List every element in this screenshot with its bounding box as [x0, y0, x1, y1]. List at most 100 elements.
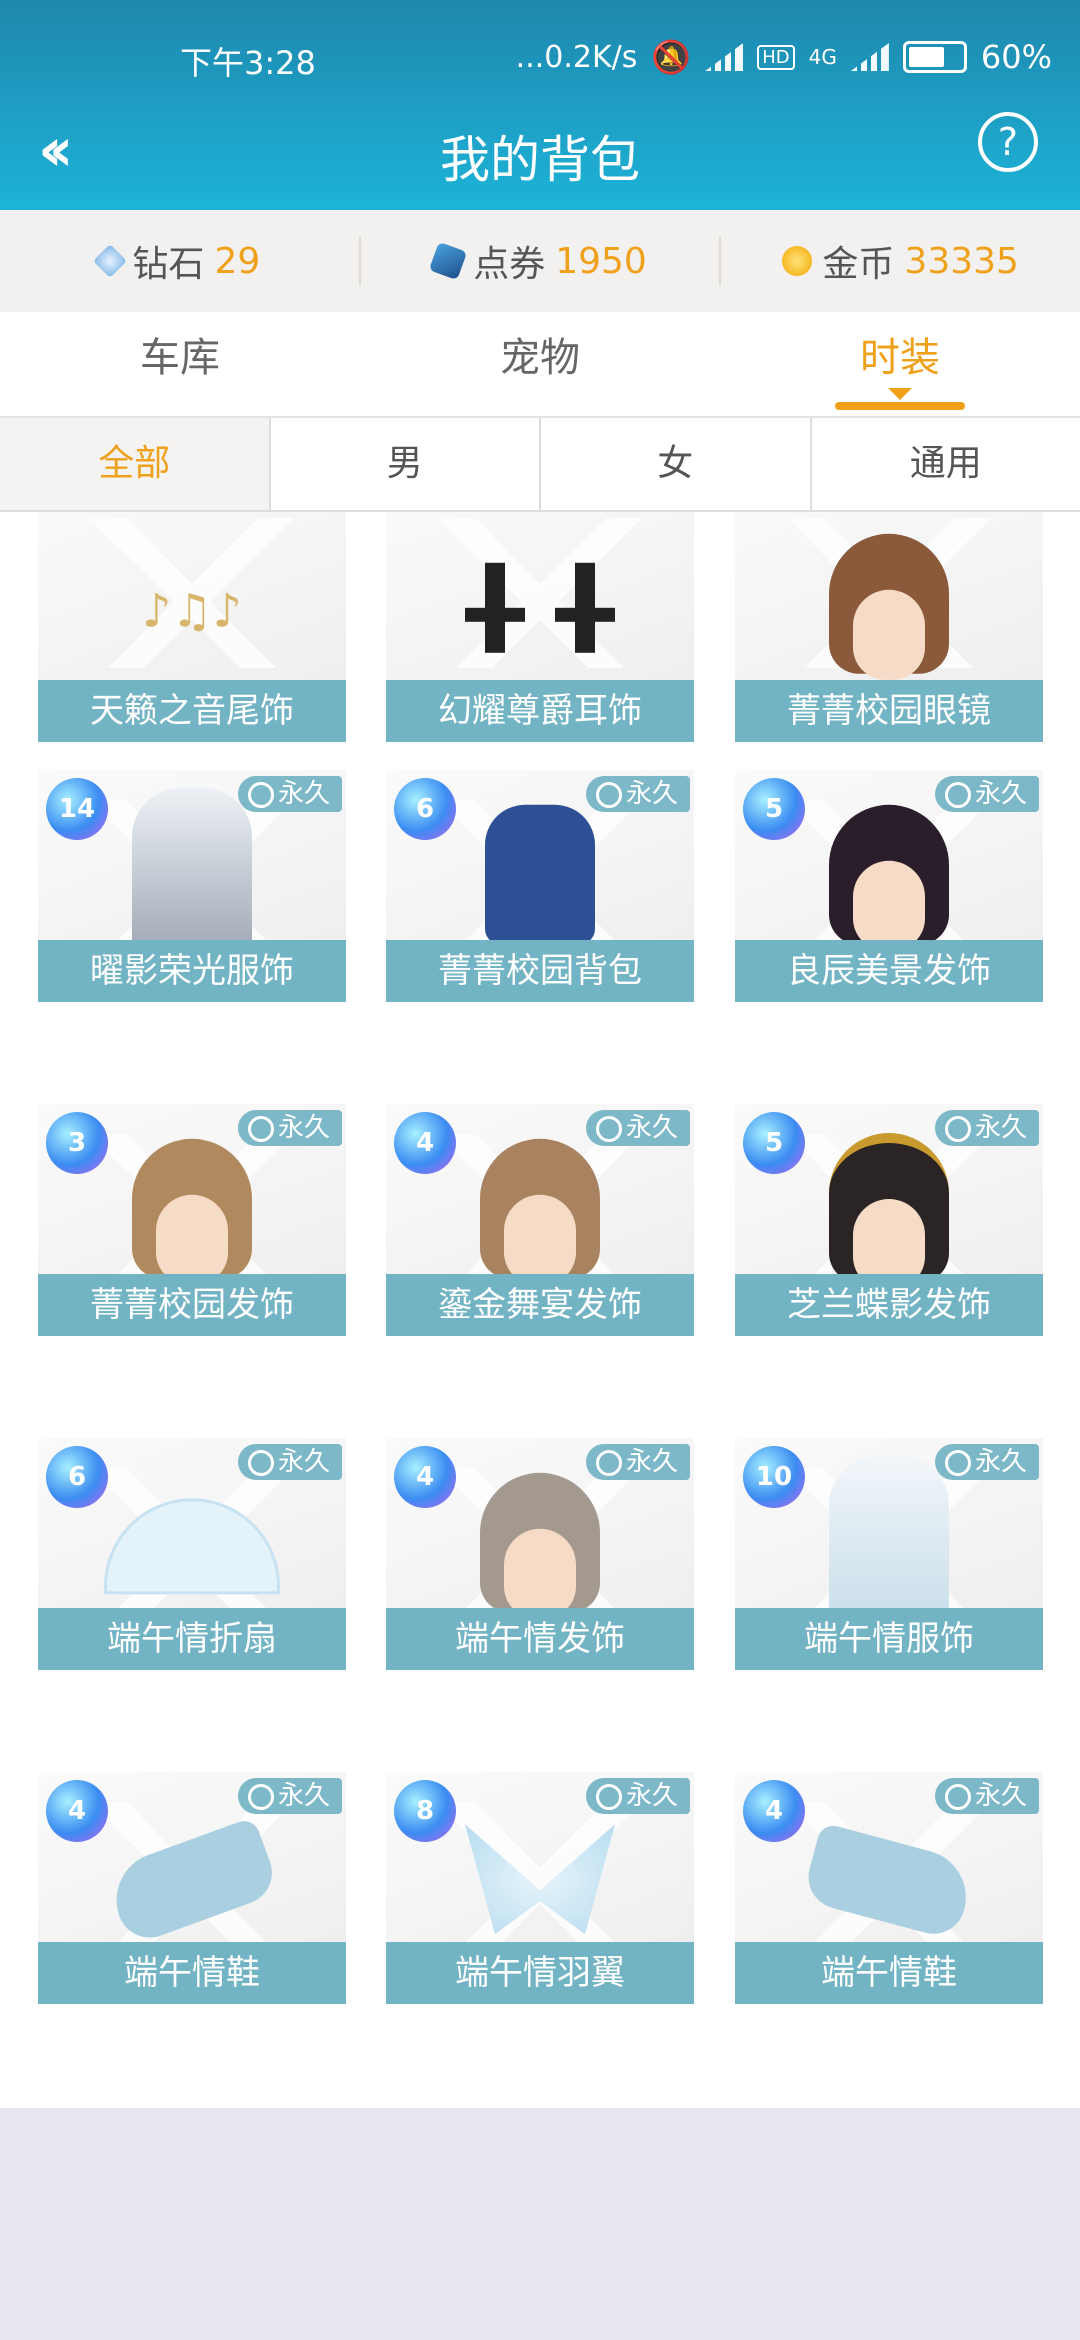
level-badge: 4	[743, 1780, 805, 1842]
diamond-balance: 钻石 29	[0, 236, 359, 286]
item-card[interactable]: 菁菁校园眼镜	[735, 512, 1043, 742]
item-card[interactable]: 5 永久 良辰美景发饰	[735, 770, 1043, 1002]
item-card[interactable]: 4 永久 端午情鞋	[38, 1772, 346, 2004]
diamond-value: 29	[214, 240, 261, 282]
permanent-badge: 永久	[934, 1110, 1039, 1146]
item-card[interactable]: 幻耀尊爵耳饰	[386, 512, 694, 742]
hair-icon	[480, 1138, 600, 1285]
hair-icon	[132, 1138, 252, 1285]
level-badge: 6	[46, 1446, 108, 1508]
diamond-icon	[93, 244, 128, 278]
item-name: 端午情发饰	[386, 1608, 694, 1670]
coin-balance: 金币 33335	[719, 236, 1080, 286]
items-grid: ♪♫♪ 天籁之音尾饰 幻耀尊爵耳饰 菁菁校园眼镜 14 永久 曜影荣光服饰 6 …	[0, 512, 1080, 2108]
glasses-avatar-icon	[829, 533, 949, 680]
battery-icon	[902, 41, 967, 73]
permanent-badge: 永久	[934, 1444, 1039, 1480]
level-badge: 10	[743, 1446, 805, 1508]
status-time: 下午3:28	[180, 44, 316, 82]
status-icons: ...0.2K/s 🔕 HD 4G 60%	[516, 38, 1052, 76]
music-notes-icon: ♪♫♪	[142, 583, 242, 638]
level-badge: 8	[394, 1780, 456, 1842]
item-card[interactable]: 4 永久 鎏金舞宴发饰	[386, 1104, 694, 1336]
hair-icon	[480, 1472, 600, 1619]
page-title: 我的背包	[440, 131, 640, 189]
item-name: 菁菁校园眼镜	[735, 680, 1043, 742]
item-name: 鎏金舞宴发饰	[386, 1274, 694, 1336]
item-card[interactable]: 5 永久 芝兰蝶影发饰	[735, 1104, 1043, 1336]
permanent-badge: 永久	[237, 1444, 342, 1480]
app-header: 下午3:28 ...0.2K/s 🔕 HD 4G 60% ‹‹ 我的背包 ?	[0, 0, 1080, 210]
filter-female[interactable]: 女	[541, 418, 812, 510]
battery-percent: 60%	[980, 38, 1052, 76]
level-badge: 14	[46, 778, 108, 840]
item-name: 天籁之音尾饰	[38, 680, 346, 742]
fan-icon	[104, 1498, 280, 1595]
outfit-icon	[132, 787, 252, 958]
item-card[interactable]: 3 永久 菁菁校园发饰	[38, 1104, 346, 1336]
filter-common[interactable]: 通用	[812, 418, 1080, 510]
filter-all[interactable]: 全部	[0, 418, 271, 510]
permanent-badge: 永久	[585, 1778, 690, 1814]
hd-badge: HD	[757, 44, 795, 70]
permanent-badge: 永久	[237, 1110, 342, 1146]
coin-value: 33335	[904, 240, 1019, 282]
permanent-badge: 永久	[237, 1778, 342, 1814]
item-name: 端午情鞋	[38, 1942, 346, 2004]
item-card[interactable]: 14 永久 曜影荣光服饰	[38, 770, 346, 1002]
item-name: 芝兰蝶影发饰	[735, 1274, 1043, 1336]
category-tabs: 车库 宠物 时装	[0, 312, 1080, 418]
signal-weak-icon	[705, 43, 744, 71]
net-speed: ...0.2K/s	[515, 39, 638, 75]
item-card[interactable]: 4 永久 端午情鞋	[735, 1772, 1043, 2004]
outfit-icon	[829, 1455, 949, 1626]
filter-male[interactable]: 男	[271, 418, 541, 510]
item-name: 端午情服饰	[735, 1608, 1043, 1670]
empty-area	[0, 2108, 1080, 2340]
item-name: 菁菁校园发饰	[38, 1274, 346, 1336]
level-badge: 4	[394, 1112, 456, 1174]
permanent-badge: 永久	[585, 1110, 690, 1146]
level-badge: 4	[46, 1780, 108, 1842]
ticket-icon	[428, 241, 468, 281]
signal-strong-icon	[850, 43, 889, 71]
tab-pets[interactable]: 宠物	[360, 312, 720, 416]
tab-fashion[interactable]: 时装	[720, 312, 1080, 416]
backpack-icon	[485, 804, 595, 945]
item-name: 曜影荣光服饰	[38, 940, 346, 1002]
crown-hair-icon	[829, 1133, 949, 1289]
item-name: 端午情鞋	[735, 1942, 1043, 2004]
permanent-badge: 永久	[585, 1444, 690, 1480]
ticket-balance: 点券 1950	[358, 236, 720, 286]
network-type: 4G	[808, 45, 837, 69]
currency-bar: 钻石 29 点券 1950 金币 33335	[0, 210, 1080, 312]
permanent-badge: 永久	[237, 776, 342, 812]
level-badge: 5	[743, 1112, 805, 1174]
ticket-value: 1950	[555, 240, 647, 282]
item-card[interactable]: 6 永久 菁菁校园背包	[386, 770, 694, 1002]
tab-garage[interactable]: 车库	[0, 312, 360, 416]
shoes-icon	[801, 1822, 977, 1941]
item-card[interactable]: 6 永久 端午情折扇	[38, 1438, 346, 1670]
item-name: 良辰美景发饰	[735, 940, 1043, 1002]
level-badge: 3	[46, 1112, 108, 1174]
level-badge: 4	[394, 1446, 456, 1508]
item-name: 幻耀尊爵耳饰	[386, 680, 694, 742]
wings-icon	[465, 1824, 615, 1935]
coin-label: 金币	[822, 244, 895, 285]
item-name: 菁菁校园背包	[386, 940, 694, 1002]
level-badge: 5	[743, 778, 805, 840]
tab-fashion-label: 时装	[860, 335, 940, 381]
item-card[interactable]: 4 永久 端午情发饰	[386, 1438, 694, 1670]
coin-icon	[782, 246, 813, 276]
active-tab-indicator	[835, 388, 965, 410]
item-card[interactable]: 8 永久 端午情羽翼	[386, 1772, 694, 2004]
ticket-label: 点券	[473, 244, 546, 285]
item-name: 端午情折扇	[38, 1608, 346, 1670]
help-button[interactable]: ?	[978, 112, 1038, 172]
status-bar: 下午3:28 ...0.2K/s 🔕 HD 4G 60%	[0, 38, 1080, 88]
permanent-badge: 永久	[934, 776, 1039, 812]
level-badge: 6	[394, 778, 456, 840]
item-card[interactable]: 10 永久 端午情服饰	[735, 1438, 1043, 1670]
item-card[interactable]: ♪♫♪ 天籁之音尾饰	[38, 512, 346, 742]
